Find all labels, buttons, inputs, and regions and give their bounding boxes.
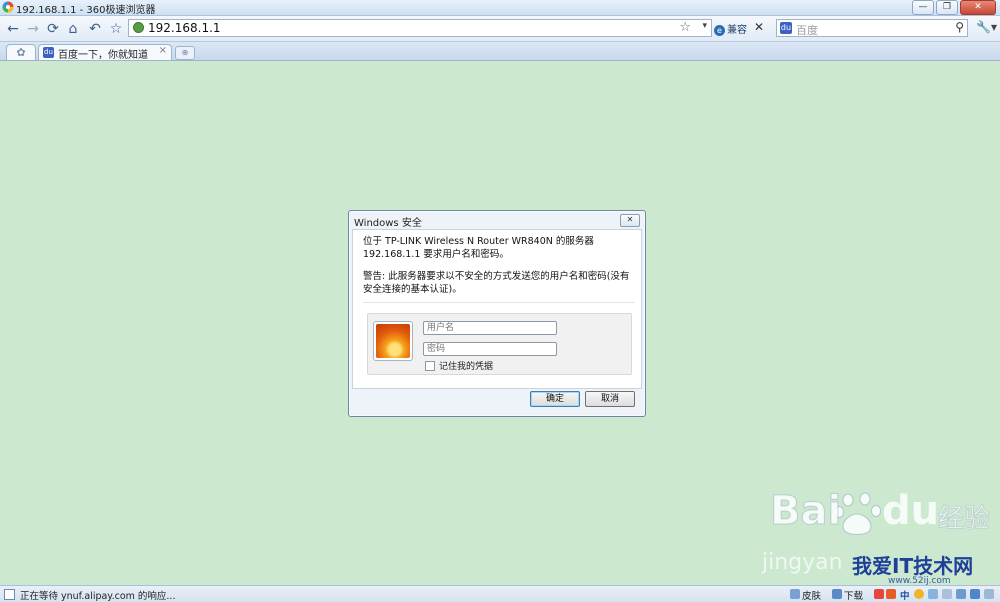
windows-security-dialog: Windows 安全 ✕ 位于 TP-LINK Wireless N Route… bbox=[348, 210, 646, 417]
username-input[interactable] bbox=[423, 321, 557, 335]
moon-icon[interactable] bbox=[914, 589, 924, 599]
remember-checkbox[interactable] bbox=[425, 361, 435, 371]
download-button[interactable]: 下载 bbox=[844, 588, 863, 602]
dialog-body: 位于 TP-LINK Wireless N Router WR840N 的服务器… bbox=[352, 229, 642, 389]
address-bar[interactable]: 192.168.1.1 ☆ ▾ bbox=[128, 19, 712, 37]
watermark-du: du bbox=[882, 488, 940, 534]
ime-logo-icon[interactable] bbox=[886, 589, 896, 599]
watermark-url: jingyan bbox=[762, 550, 843, 575]
ime-mode[interactable]: 中 bbox=[900, 588, 910, 602]
undo-close-tab-button[interactable]: ↶ bbox=[86, 20, 104, 38]
divider bbox=[363, 302, 635, 303]
address-dropdown-icon[interactable]: ▾ bbox=[702, 21, 707, 31]
search-box[interactable]: du 百度 ⚲ bbox=[776, 19, 968, 37]
forward-button[interactable]: → bbox=[24, 20, 42, 38]
baidu-jingyan-watermark: Bai du 经验 jingyan 我爱IT技术网 www.52ij.com bbox=[762, 488, 1000, 587]
skin-icon bbox=[790, 589, 800, 599]
watermark-tech: 我爱IT技术网 bbox=[852, 554, 974, 578]
user-avatar bbox=[373, 321, 413, 361]
navigation-toolbar: ← → ⟳ ⌂ ↶ ☆ 192.168.1.1 ☆ ▾ e 兼容 ✕ du 百度 … bbox=[0, 16, 1000, 42]
tools-icon[interactable] bbox=[984, 589, 994, 599]
cancel-button[interactable]: 取消 bbox=[585, 391, 635, 407]
server-message: 位于 TP-LINK Wireless N Router WR840N 的服务器… bbox=[363, 236, 594, 260]
search-placeholder: 百度 bbox=[796, 24, 818, 37]
browser-logo-icon bbox=[2, 1, 14, 13]
new-tab-button[interactable]: ⊕ bbox=[175, 46, 195, 60]
skin-button[interactable]: 皮肤 bbox=[802, 588, 821, 602]
sogou-icon[interactable] bbox=[874, 589, 884, 599]
tab-label: 百度一下，你就知道 bbox=[58, 50, 148, 61]
baidu-favicon-icon: du bbox=[43, 47, 54, 58]
flower-avatar-icon bbox=[376, 324, 410, 358]
warning-message: 警告: 此服务器要求以不安全的方式发送您的用户名和密码(没有安全连接的基本认证)… bbox=[363, 271, 630, 295]
watermark-jingyan: 经验 bbox=[937, 504, 991, 535]
minimize-button[interactable]: — bbox=[912, 0, 934, 15]
punct-icon[interactable] bbox=[928, 589, 938, 599]
dialog-title: Windows 安全 bbox=[354, 218, 422, 229]
remember-label: 记住我的凭据 bbox=[439, 362, 494, 372]
flower-icon: ✿ bbox=[16, 46, 26, 59]
back-button[interactable]: ← bbox=[4, 20, 22, 38]
site-globe-icon bbox=[133, 22, 144, 33]
tab-close-icon[interactable]: × bbox=[159, 45, 167, 56]
ie-compat-icon: e bbox=[714, 25, 725, 36]
address-url[interactable]: 192.168.1.1 bbox=[148, 21, 221, 35]
tab-baidu[interactable]: du 百度一下，你就知道 × bbox=[38, 44, 172, 61]
tab-home[interactable]: ✿ bbox=[6, 44, 36, 60]
page-status-icon bbox=[4, 589, 15, 600]
ok-button[interactable]: 确定 bbox=[530, 391, 580, 407]
status-text: 正在等待 ynuf.alipay.com 的响应... bbox=[20, 591, 176, 602]
dialog-close-button[interactable]: ✕ bbox=[620, 214, 640, 227]
tools-menu-icon[interactable]: 🔧▾ bbox=[976, 20, 997, 34]
user-icon[interactable] bbox=[956, 589, 966, 599]
password-input[interactable] bbox=[423, 342, 557, 356]
refresh-button[interactable]: ⟳ bbox=[44, 20, 62, 38]
keyboard-icon[interactable] bbox=[942, 589, 952, 599]
stop-button[interactable]: ✕ bbox=[754, 20, 764, 34]
close-window-button[interactable]: ✕ bbox=[960, 0, 996, 15]
search-icon[interactable]: ⚲ bbox=[955, 20, 964, 34]
home-button[interactable]: ⌂ bbox=[64, 20, 82, 38]
credential-tile: 记住我的凭据 bbox=[367, 313, 632, 375]
status-bar: 正在等待 ynuf.alipay.com 的响应... 皮肤 下载 中 bbox=[0, 585, 1000, 602]
compat-mode-button[interactable]: e 兼容 bbox=[714, 21, 747, 37]
bookmark-star-icon[interactable]: ☆ bbox=[679, 20, 691, 35]
download-icon bbox=[832, 589, 842, 599]
watermark-bai: Bai bbox=[769, 488, 842, 535]
window-titlebar: 192.168.1.1 - 360极速浏览器 — ❐ ✕ bbox=[0, 0, 1000, 16]
favorite-button[interactable]: ☆ bbox=[107, 20, 125, 38]
compat-label: 兼容 bbox=[727, 25, 747, 36]
shirt-icon[interactable] bbox=[970, 589, 980, 599]
window-title: 192.168.1.1 - 360极速浏览器 bbox=[16, 5, 156, 16]
baidu-engine-icon[interactable]: du bbox=[780, 22, 792, 34]
maximize-button[interactable]: ❐ bbox=[936, 0, 958, 15]
tab-bar: ✿ du 百度一下，你就知道 × ⊕ bbox=[0, 42, 1000, 61]
